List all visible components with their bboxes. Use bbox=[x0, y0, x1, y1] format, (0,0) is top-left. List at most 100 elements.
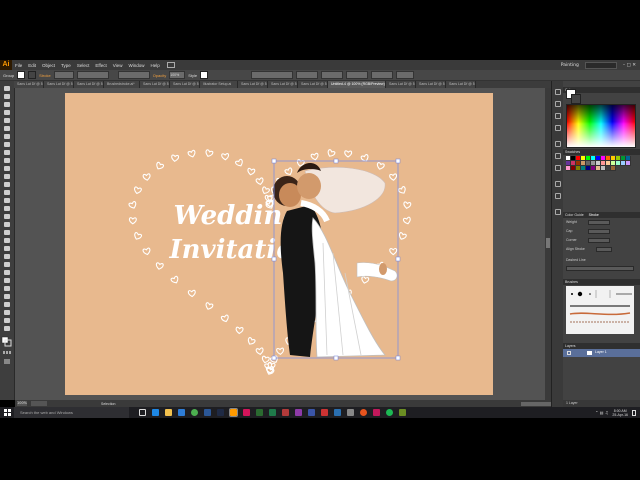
fill-swatch[interactable] bbox=[17, 71, 26, 79]
align-controls[interactable] bbox=[251, 71, 294, 79]
width-field[interactable] bbox=[346, 71, 369, 79]
stroke-swatch[interactable] bbox=[28, 71, 37, 79]
cap-buttons[interactable] bbox=[588, 229, 610, 234]
stroke-color-preview[interactable] bbox=[571, 94, 581, 104]
taskbar-clock[interactable]: 8:00 AM 25-Apr-16 bbox=[612, 409, 628, 417]
document-tab[interactable]: Sans Lat Df @ 5... bbox=[44, 81, 74, 88]
start-button[interactable] bbox=[0, 407, 14, 418]
brush-definition-dropdown[interactable] bbox=[117, 71, 150, 79]
edge-icon[interactable] bbox=[152, 409, 159, 416]
taskbar-search-input[interactable]: Search the web and Windows bbox=[14, 407, 129, 418]
premiere-icon[interactable] bbox=[295, 409, 302, 416]
document-tab[interactable]: Sans Lat Df @ 5... bbox=[386, 81, 416, 88]
graphic-styles-panel-icon[interactable] bbox=[555, 193, 561, 199]
height-field[interactable] bbox=[371, 71, 394, 79]
variable-width-dropdown[interactable] bbox=[76, 71, 109, 79]
notification-icon[interactable] bbox=[632, 409, 636, 416]
file-explorer-icon[interactable] bbox=[165, 409, 172, 416]
layer-name[interactable]: Layer 1 bbox=[595, 350, 607, 354]
swatch-grid[interactable] bbox=[566, 156, 634, 186]
artboard-navigator[interactable] bbox=[31, 401, 47, 406]
excel-icon[interactable] bbox=[269, 409, 276, 416]
menu-type[interactable]: Type bbox=[58, 63, 74, 68]
stroke-label[interactable]: Stroke bbox=[39, 73, 51, 78]
menu-help[interactable]: Help bbox=[147, 63, 162, 68]
gradient-panel-icon[interactable] bbox=[555, 153, 561, 159]
y-field[interactable] bbox=[321, 71, 344, 79]
zoom-field[interactable]: 100% bbox=[17, 401, 27, 406]
menu-window[interactable]: Window bbox=[125, 63, 147, 68]
corner-buttons[interactable] bbox=[588, 238, 610, 243]
brush-library[interactable] bbox=[566, 286, 634, 334]
align-stroke-buttons[interactable] bbox=[596, 247, 612, 252]
document-tab[interactable]: Sans Lat Df @ 5... bbox=[446, 81, 476, 88]
help-search-input[interactable] bbox=[584, 61, 617, 69]
brushes-panel-header[interactable]: Brushes bbox=[563, 279, 640, 285]
document-tab[interactable]: Sans Lat Df @ 5... bbox=[416, 81, 446, 88]
document-tab[interactable]: Sans Lat Df @ 5... bbox=[268, 81, 298, 88]
workspace-switcher[interactable]: Painting bbox=[561, 63, 579, 68]
dash-gap-fields[interactable] bbox=[566, 266, 634, 271]
opacity-label[interactable]: Opacity bbox=[153, 73, 167, 78]
swatch[interactable] bbox=[611, 166, 616, 171]
spotify-icon[interactable] bbox=[386, 409, 393, 416]
tool-icons[interactable] bbox=[0, 81, 14, 400]
indesign-icon[interactable] bbox=[243, 409, 250, 416]
appearance-panel-icon[interactable] bbox=[555, 181, 561, 187]
stroke-panel-icon[interactable] bbox=[555, 141, 561, 147]
wedding-artwork[interactable]: Wedding Invitation bbox=[65, 93, 493, 395]
stroke-panel-header[interactable]: Color Guide Stroke bbox=[563, 212, 640, 218]
eye-icon[interactable] bbox=[567, 351, 571, 355]
tray-icons[interactable]: ⌃ ▤ ♫ bbox=[595, 410, 608, 415]
arrange-documents-icon[interactable] bbox=[166, 62, 175, 68]
chrome-icon[interactable] bbox=[191, 409, 198, 416]
store-icon[interactable] bbox=[178, 409, 185, 416]
media-icon[interactable] bbox=[373, 409, 380, 416]
transform-icons[interactable] bbox=[396, 71, 415, 79]
x-field[interactable] bbox=[296, 71, 319, 79]
window-controls[interactable]: – □ ✕ bbox=[623, 63, 636, 68]
document-tab[interactable]: Illustrator Setup.ai bbox=[200, 81, 238, 88]
document-tab[interactable]: Sans Lat Df @ 5... bbox=[170, 81, 200, 88]
document-tab[interactable]: Sans Lat Df @ 5... bbox=[140, 81, 170, 88]
menu-edit[interactable]: Edit bbox=[25, 63, 39, 68]
color-spectrum[interactable] bbox=[566, 104, 636, 148]
swatches-panel-icon[interactable] bbox=[555, 101, 561, 107]
document-tab[interactable]: Sans Lat Df @ 5... bbox=[74, 81, 104, 88]
swatch[interactable] bbox=[626, 161, 631, 166]
document-tab[interactable]: Sans Lat Df @ 5... bbox=[238, 81, 268, 88]
firefox-icon[interactable] bbox=[360, 409, 367, 416]
after-effects-icon[interactable] bbox=[308, 409, 315, 416]
document-tab[interactable]: Sans Lat Df @ 5... bbox=[298, 81, 328, 88]
layer-row[interactable]: Layer 1 bbox=[563, 349, 640, 357]
layers-panel-icon[interactable] bbox=[555, 209, 561, 215]
weight-field[interactable] bbox=[588, 220, 610, 225]
document-tab[interactable]: Sans Lat Df @ 5... bbox=[14, 81, 44, 88]
swatches-panel-header[interactable]: Swatches bbox=[563, 149, 640, 155]
menu-object[interactable]: Object bbox=[39, 63, 58, 68]
menu-file[interactable]: File bbox=[12, 63, 25, 68]
brush-previews[interactable] bbox=[566, 286, 634, 334]
document-tab[interactable]: Brushedstroke.ai* bbox=[104, 81, 140, 88]
menu-effect[interactable]: Effect bbox=[92, 63, 109, 68]
transparency-panel-icon[interactable] bbox=[555, 165, 561, 171]
animate-icon[interactable] bbox=[321, 409, 328, 416]
graphic-style-swatch[interactable] bbox=[200, 71, 209, 79]
task-view-icon[interactable] bbox=[139, 409, 146, 416]
horizontal-scrollbar[interactable] bbox=[521, 401, 551, 406]
acrobat-icon[interactable] bbox=[282, 409, 289, 416]
tab-stroke[interactable]: Stroke bbox=[589, 213, 599, 217]
photoshop-icon[interactable] bbox=[217, 409, 224, 416]
scrollbar-thumb[interactable] bbox=[546, 238, 550, 248]
lightroom-icon[interactable] bbox=[334, 409, 341, 416]
app-icon[interactable] bbox=[347, 409, 354, 416]
illustrator-icon[interactable] bbox=[229, 408, 238, 417]
stroke-weight-field[interactable] bbox=[53, 71, 74, 79]
dreamweaver-icon[interactable] bbox=[256, 409, 263, 416]
menu-select[interactable]: Select bbox=[74, 63, 93, 68]
document-tab-active[interactable]: Untitled-4 @ 100% (RGB/Preview) bbox=[328, 81, 386, 88]
artboard[interactable]: Wedding Invitation bbox=[65, 93, 493, 395]
symbols-panel-icon[interactable] bbox=[555, 125, 561, 131]
opacity-field[interactable]: 100% bbox=[169, 71, 186, 79]
menu-view[interactable]: View bbox=[110, 63, 126, 68]
